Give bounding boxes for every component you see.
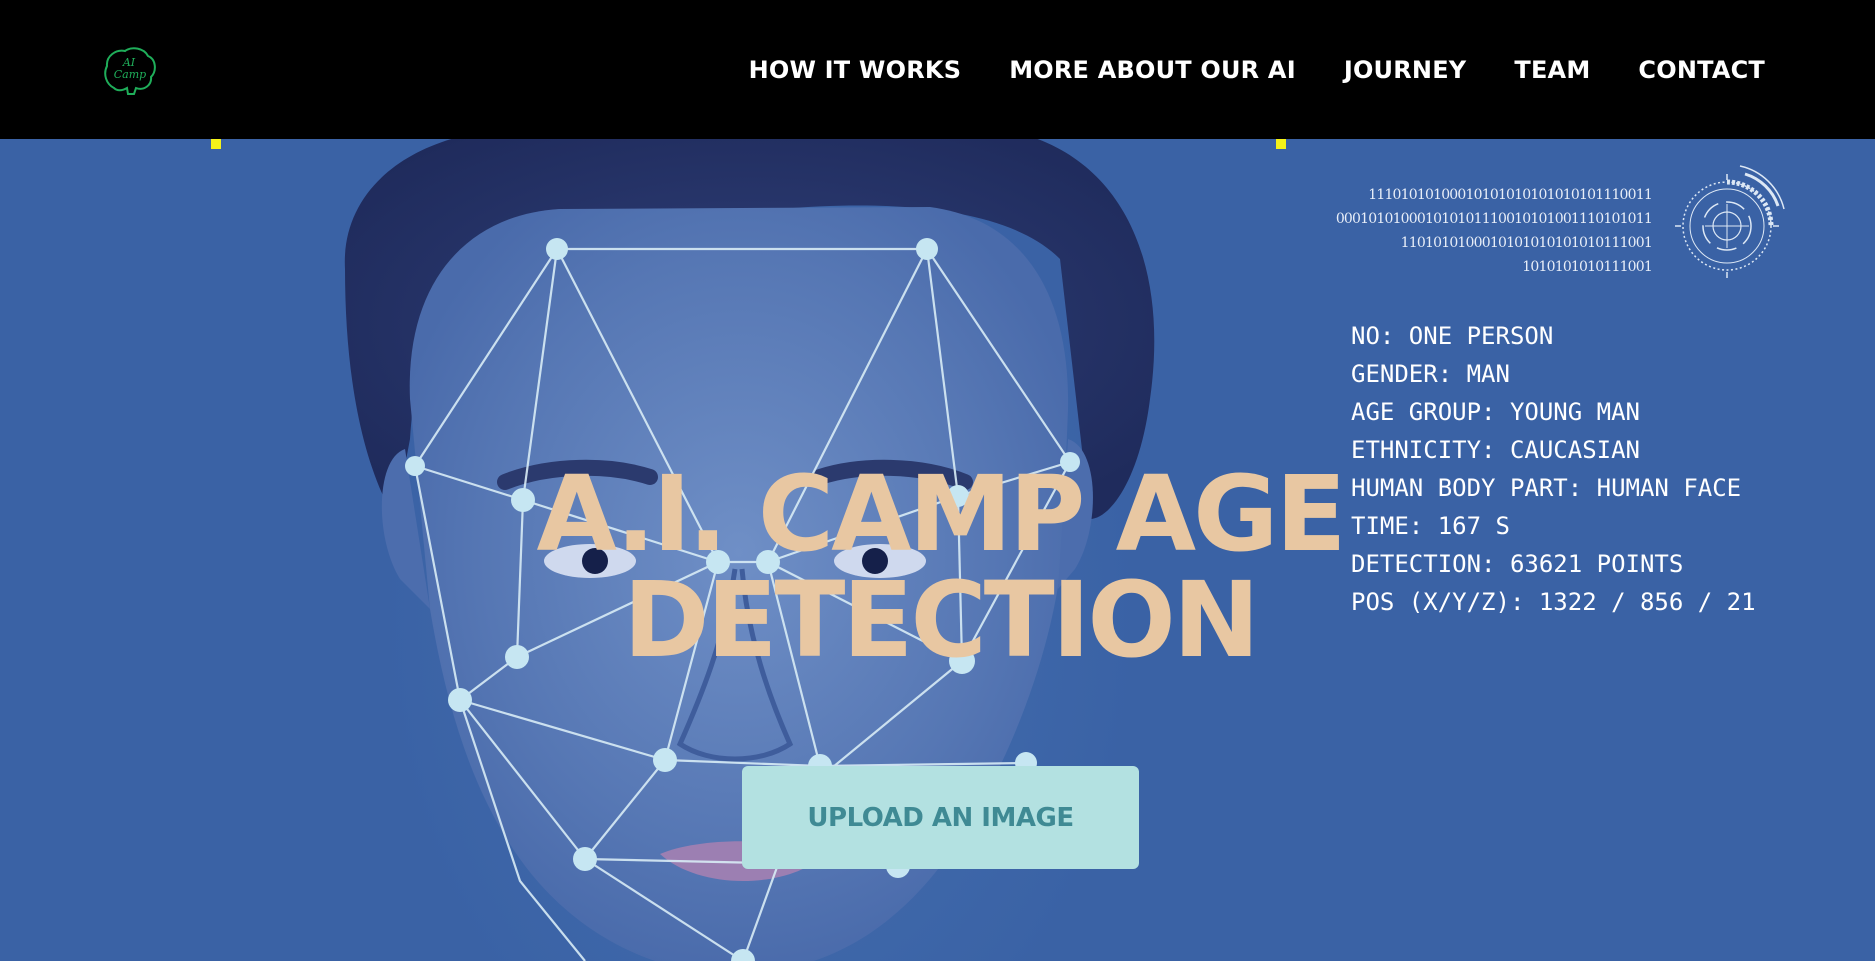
readout-detection: DETECTION: 63621 POINTS [1351,550,1684,578]
readout-body-part: HUMAN BODY PART: HUMAN FACE [1351,474,1742,502]
nav-contact[interactable]: CONTACT [1638,56,1765,84]
ai-camp-logo[interactable]: AI Camp [100,44,158,96]
page: AI Camp HOW IT WORKS MORE ABOUT OUR AI J… [0,0,1875,961]
radar-target-icon [1675,165,1785,278]
hero-title-line-2: DETECTION [623,559,1260,681]
binary-line: 1010101010111001 [1522,259,1653,275]
hero-section: A.I. CAMP AGE DETECTION UPLOAD AN IMAGE … [0,139,1875,961]
readout-time: TIME: 167 S [1351,512,1510,540]
frame-corner-left [211,139,221,149]
upload-image-button[interactable]: UPLOAD AN IMAGE [742,766,1139,869]
readout-position: POS (X/Y/Z): 1322 / 856 / 21 [1351,588,1756,616]
nav-team[interactable]: TEAM [1514,56,1590,84]
nav-more-about-our-ai[interactable]: MORE ABOUT OUR AI [1009,56,1296,84]
binary-line: 000101010001010101110010101001110101011 [1335,211,1653,227]
frame-corner-right [1276,139,1286,149]
top-navbar: AI Camp HOW IT WORKS MORE ABOUT OUR AI J… [0,0,1875,139]
readout-ethnicity: ETHNICITY: CAUCASIAN [1351,436,1640,464]
nav-journey[interactable]: JOURNEY [1344,56,1467,84]
nav-how-it-works[interactable]: HOW IT WORKS [749,56,962,84]
readout-count: NO: ONE PERSON [1351,322,1554,350]
binary-line: 11101010100010101010101010101110011 [1368,187,1653,203]
detection-readout: NO: ONE PERSON GENDER: MAN AGE GROUP: YO… [1351,317,1756,621]
hero-title-line-1: A.I. CAMP AGE [536,453,1347,575]
readout-age-group: AGE GROUP: YOUNG MAN [1351,398,1640,426]
readout-gender: GENDER: MAN [1351,360,1510,388]
hero-title: A.I. CAMP AGE DETECTION [490,461,1390,673]
main-nav: HOW IT WORKS MORE ABOUT OUR AI JOURNEY T… [749,0,1765,139]
binary-line: 1101010100010101010101010111001 [1400,235,1653,251]
binary-code-block: 11101010100010101010101010101110011 0001… [1335,183,1653,279]
svg-text:Camp: Camp [114,68,146,81]
